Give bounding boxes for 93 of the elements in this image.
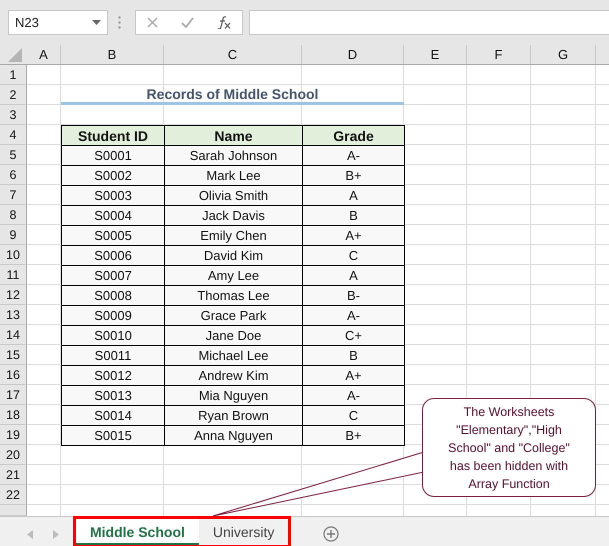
table-cell: S0011 — [61, 345, 165, 366]
row-header[interactable]: 18 — [0, 405, 27, 425]
table-cell: B+ — [302, 425, 405, 446]
table-cell: S0001 — [61, 145, 165, 166]
row-header[interactable]: 5 — [0, 145, 27, 165]
row-header[interactable]: 11 — [0, 265, 27, 285]
table-cell: S0014 — [61, 405, 165, 426]
table-cell: Jane Doe — [164, 325, 303, 346]
table-cell: C — [302, 245, 405, 266]
row-header[interactable]: 13 — [0, 305, 27, 325]
row-header[interactable]: 16 — [0, 365, 27, 385]
table-cell: A- — [302, 385, 405, 406]
table-cell: Amy Lee — [164, 265, 303, 286]
table-cell: Olivia Smith — [164, 185, 303, 206]
row-header[interactable]: 8 — [0, 205, 27, 225]
table-cell: S0004 — [61, 205, 165, 226]
table-cell: Michael Lee — [164, 345, 303, 366]
table-cell: Sarah Johnson — [164, 145, 303, 166]
table-cell: A- — [302, 145, 405, 166]
table-cell: Mark Lee — [164, 165, 303, 186]
table-cell: Andrew Kim — [164, 365, 303, 386]
row-header[interactable]: 14 — [0, 325, 27, 345]
row-header[interactable]: 6 — [0, 165, 27, 185]
table-cell: S0009 — [61, 305, 165, 326]
table-cell: Grace Park — [164, 305, 303, 326]
row-header[interactable]: 10 — [0, 245, 27, 265]
table-cell: B- — [302, 285, 405, 306]
table-cell: David Kim — [164, 245, 303, 266]
row-header[interactable]: 12 — [0, 285, 27, 305]
table-cell: S0003 — [61, 185, 165, 206]
table-cell: S0006 — [61, 245, 165, 266]
table-cell: C — [302, 405, 405, 426]
column-header[interactable]: E — [404, 45, 467, 64]
table-cell: S0013 — [61, 385, 165, 406]
formula-field[interactable] — [249, 10, 609, 35]
column-header[interactable]: G — [531, 45, 596, 64]
table-cell: A — [302, 185, 405, 206]
scroll-left-icon[interactable] — [27, 530, 33, 538]
table-cell: Ryan Brown — [164, 405, 303, 426]
column-header[interactable]: F — [467, 45, 531, 64]
row-header[interactable]: 17 — [0, 385, 27, 405]
row-header[interactable]: 15 — [0, 345, 27, 365]
table-cell: B+ — [302, 165, 405, 186]
row-header[interactable]: 9 — [0, 225, 27, 245]
column-heading: Name — [164, 125, 303, 146]
column-heading: Grade — [302, 125, 405, 146]
column-header[interactable]: C — [164, 45, 302, 64]
row-header[interactable]: 21 — [0, 465, 27, 485]
row-header[interactable]: 22 — [0, 485, 27, 505]
caret-icon[interactable] — [92, 20, 101, 25]
table-cell: A — [302, 265, 405, 286]
table-cell: S0002 — [61, 165, 165, 186]
row-header[interactable]: 19 — [0, 425, 27, 445]
add-sheet-icon[interactable] — [323, 526, 340, 542]
column-header[interactable]: A — [27, 45, 61, 64]
cell-reference: N23 — [15, 15, 39, 30]
table-cell: A- — [302, 305, 405, 326]
table-cell: Mia Nguyen — [164, 385, 303, 406]
table-cell: S0008 — [61, 285, 165, 306]
column-heading: Student ID — [61, 125, 165, 146]
table-cell: C+ — [302, 325, 405, 346]
column-header[interactable]: D — [302, 45, 404, 64]
function-icon[interactable] — [216, 16, 231, 29]
table-cell: A+ — [302, 365, 405, 386]
scroll-right-icon[interactable] — [53, 530, 59, 538]
sheet-tab[interactable]: Middle School — [76, 519, 199, 545]
sheet-title: Records of Middle School — [61, 85, 404, 105]
close-icon[interactable] — [147, 17, 158, 28]
table-cell: Emily Chen — [164, 225, 303, 246]
row-header[interactable] — [0, 505, 27, 516]
table-cell: S0005 — [61, 225, 165, 246]
table-cell: S0012 — [61, 365, 165, 386]
table-cell: B — [302, 205, 405, 226]
table-cell: Thomas Lee — [164, 285, 303, 306]
select-all-icon[interactable] — [8, 48, 22, 62]
table-cell: Jack Davis — [164, 205, 303, 226]
row-header[interactable]: 7 — [0, 185, 27, 205]
table-cell: S0007 — [61, 265, 165, 286]
callout-box: The Worksheets "Elementary","High School" and "College" has been hidden with Array Function — [422, 398, 596, 497]
table-cell: Anna Nguyen — [164, 425, 303, 446]
row-header[interactable]: 1 — [0, 65, 27, 85]
table-cell: B — [302, 345, 405, 366]
row-header[interactable]: 3 — [0, 105, 27, 125]
name-box[interactable]: N23 — [8, 10, 108, 35]
more-options-icon[interactable] — [118, 16, 121, 29]
check-icon[interactable] — [180, 17, 194, 28]
row-header[interactable]: 4 — [0, 125, 27, 145]
row-header[interactable]: 2 — [0, 85, 27, 105]
table-cell: A+ — [302, 225, 405, 246]
table-cell: S0015 — [61, 425, 165, 446]
table-cell: S0010 — [61, 325, 165, 346]
column-header[interactable]: B — [61, 45, 164, 64]
row-header[interactable]: 20 — [0, 445, 27, 465]
